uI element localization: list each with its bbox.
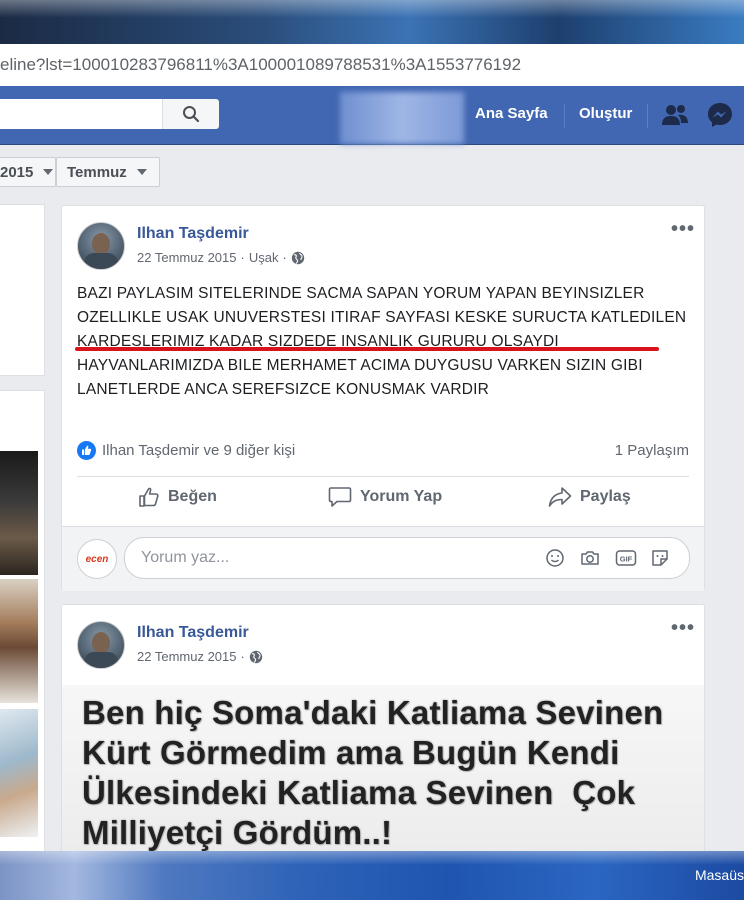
- reactions-summary[interactable]: Ilhan Taşdemir ve 9 diğer kişi: [77, 441, 295, 460]
- taskbar-desktop-label[interactable]: Masaüs: [695, 867, 744, 883]
- comment-label: Yorum Yap: [360, 488, 443, 505]
- share-label: Paylaş: [580, 488, 631, 505]
- image-text-line: Milliyetçi Gördüm..!: [82, 814, 393, 851]
- image-text-line: Kürt Görmedim ama Bugün Kendi: [82, 734, 620, 771]
- comment-composer: ecen Yorum yaz... GIF: [62, 526, 704, 591]
- divider: [77, 476, 689, 477]
- comment-icon: [328, 487, 352, 507]
- post-image-text: Ben hiç Soma'daki Katliama Sevinen Kürt …: [82, 693, 663, 853]
- meta-separator: ·: [240, 649, 245, 664]
- post-date[interactable]: 22 Temmuz 2015: [137, 250, 237, 265]
- share-icon: [548, 487, 572, 507]
- left-photos-panel: [0, 390, 45, 852]
- avatar-body: [84, 253, 118, 269]
- address-bar[interactable]: eline?lst=100010283796811%3A100001089788…: [0, 44, 744, 87]
- avatar-body: [84, 652, 118, 668]
- more-options-icon[interactable]: •••: [671, 617, 695, 640]
- post-meta: 22 Temmuz 2015 ·: [137, 649, 263, 664]
- post-text: BAZI PAYLASIM SITELERINDE SACMA SAPAN YO…: [77, 285, 687, 398]
- comment-input[interactable]: Yorum yaz... GIF: [124, 537, 690, 579]
- post-author[interactable]: Ilhan Taşdemir: [137, 225, 249, 243]
- commenter-avatar[interactable]: ecen: [77, 539, 117, 579]
- search-input[interactable]: [0, 99, 219, 129]
- shares-count[interactable]: 1 Paylaşım: [615, 442, 689, 459]
- svg-text:GIF: GIF: [620, 555, 633, 564]
- nav-create-link[interactable]: Oluştur: [579, 105, 632, 122]
- post-card: Ilhan Taşdemir 22 Temmuz 2015 · ••• Ben …: [61, 604, 705, 866]
- like-button[interactable]: Beğen: [138, 486, 217, 508]
- friends-icon[interactable]: [661, 103, 689, 127]
- post-date[interactable]: 22 Temmuz 2015: [137, 649, 237, 664]
- chevron-down-icon: [136, 169, 147, 175]
- year-dropdown[interactable]: 2015: [0, 157, 56, 187]
- url-text[interactable]: eline?lst=100010283796811%3A100001089788…: [0, 55, 521, 75]
- reactions-text: Ilhan Taşdemir ve 9 diğer kişi: [102, 442, 296, 459]
- post-author[interactable]: Ilhan Taşdemir: [137, 624, 249, 642]
- globe-icon[interactable]: [249, 650, 263, 664]
- commenter-avatar-label: ecen: [85, 553, 109, 565]
- like-reaction-icon: [77, 441, 96, 460]
- post-card: Ilhan Taşdemir 22 Temmuz 2015 · Uşak · •…: [61, 205, 705, 591]
- search-button[interactable]: [162, 99, 219, 129]
- avatar-face: [92, 632, 110, 654]
- camera-icon[interactable]: [580, 548, 600, 568]
- post-image[interactable]: Ben hiç Soma'daki Katliama Sevinen Kürt …: [62, 685, 704, 855]
- post-meta: 22 Temmuz 2015 · Uşak ·: [137, 250, 305, 265]
- search-icon: [183, 106, 200, 123]
- chevron-down-icon: [43, 169, 54, 175]
- avatar[interactable]: [77, 222, 125, 270]
- photo-thumbnail[interactable]: [0, 579, 38, 703]
- share-button[interactable]: Paylaş: [548, 486, 631, 508]
- comment-placeholder: Yorum yaz...: [141, 549, 230, 566]
- avatar[interactable]: [77, 621, 125, 669]
- nav-divider: [647, 104, 648, 128]
- messenger-icon[interactable]: [707, 102, 733, 128]
- gif-icon[interactable]: GIF: [615, 548, 637, 568]
- thumbs-up-icon: [139, 487, 159, 507]
- month-dropdown[interactable]: Temmuz: [56, 157, 160, 187]
- image-text-line: Ülkesindeki Katliama Sevinen Çok: [82, 774, 636, 811]
- post-location[interactable]: Uşak: [249, 250, 279, 265]
- image-text-line: Ben hiç Soma'daki Katliama Sevinen: [82, 694, 664, 731]
- globe-icon[interactable]: [291, 251, 305, 265]
- meta-separator: ·: [282, 250, 287, 265]
- year-value: 2015: [0, 163, 34, 181]
- sticker-icon[interactable]: [650, 548, 670, 568]
- photo-thumbnail[interactable]: [0, 451, 38, 575]
- profile-link-blurred[interactable]: [340, 92, 464, 144]
- like-label: Beğen: [168, 488, 217, 505]
- comment-button[interactable]: Yorum Yap: [328, 486, 442, 508]
- meta-separator: ·: [240, 250, 245, 265]
- left-intro-panel: [0, 204, 45, 376]
- os-taskbar: Masaüs: [0, 851, 744, 900]
- nav-divider: [564, 104, 565, 128]
- nav-home-link[interactable]: Ana Sayfa: [475, 105, 548, 122]
- photo-thumbnail[interactable]: [0, 709, 38, 837]
- red-underline-annotation: [75, 347, 659, 351]
- emoji-icon[interactable]: [545, 548, 565, 568]
- more-options-icon[interactable]: •••: [671, 218, 695, 241]
- month-value: Temmuz: [67, 163, 127, 181]
- window-titlebar: [0, 0, 744, 44]
- avatar-face: [92, 233, 110, 255]
- facebook-navbar: Ana Sayfa Oluştur: [0, 86, 744, 145]
